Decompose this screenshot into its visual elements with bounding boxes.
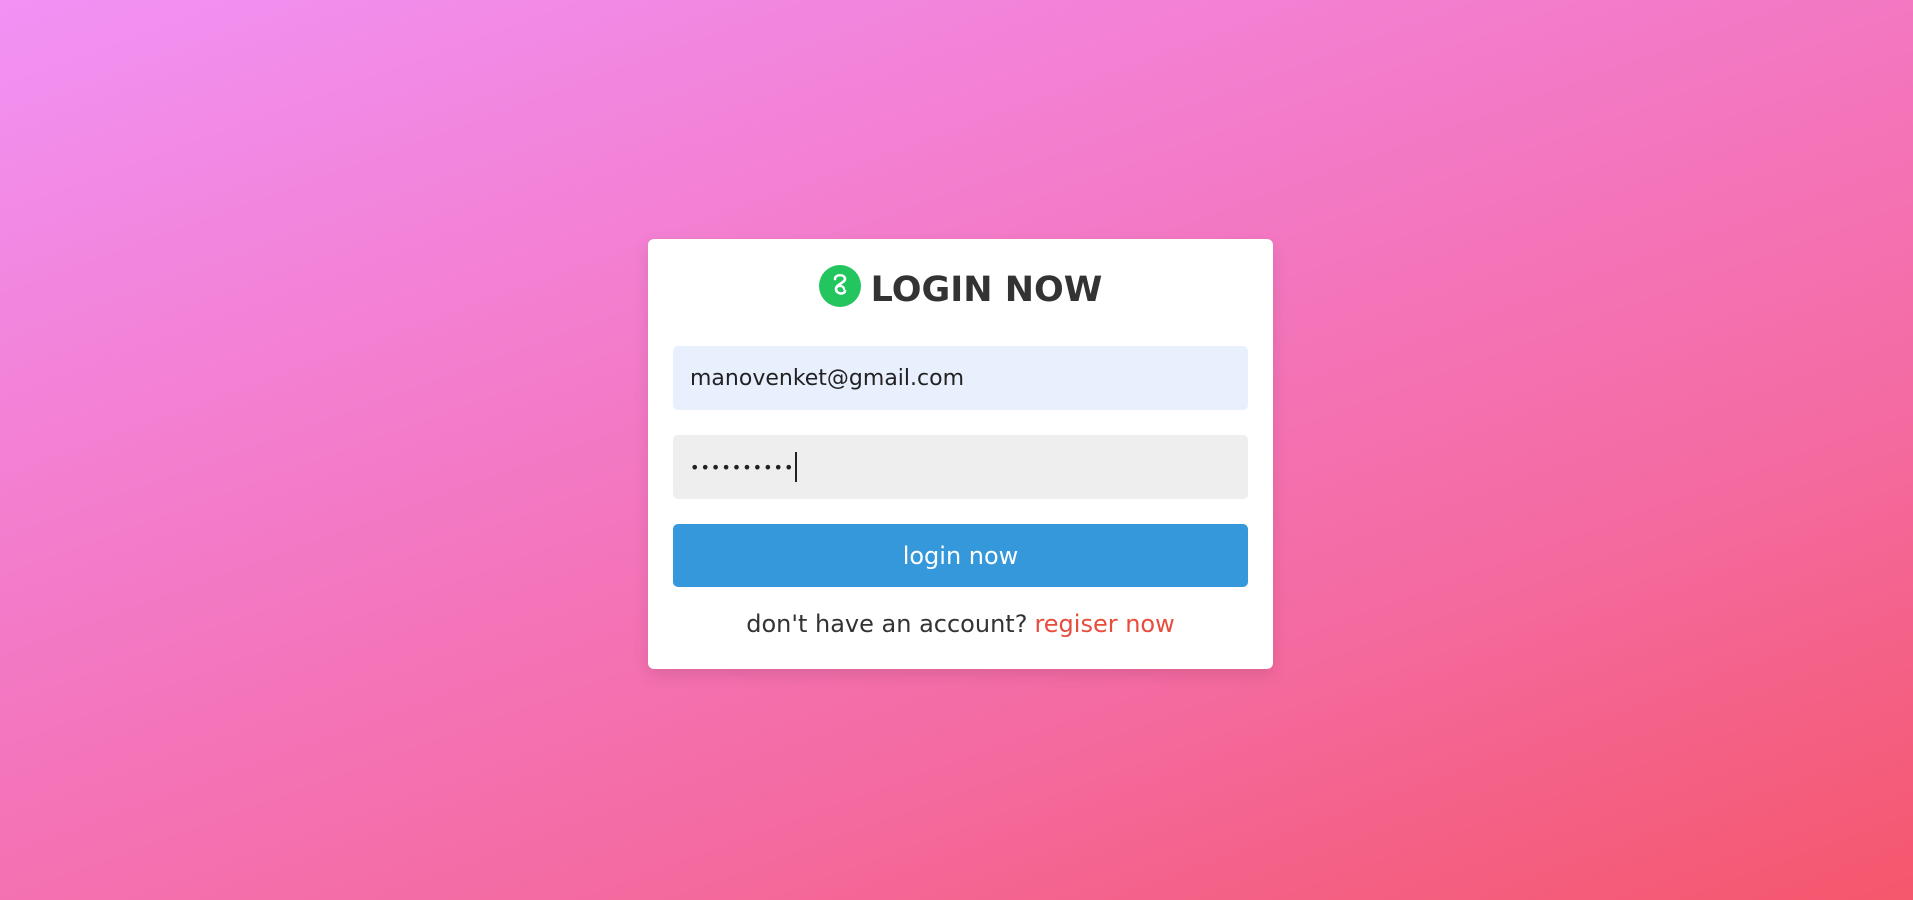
login-button[interactable]: login now [673, 524, 1248, 587]
login-header: LOGIN NOW [648, 265, 1273, 315]
logo-icon [818, 265, 861, 307]
password-field[interactable]: •••••••••• [673, 435, 1248, 499]
login-page: { "colors": { "background_start": "#f292… [0, 0, 1913, 900]
password-value: •••••••••• [690, 457, 795, 477]
email-field[interactable]: manovenket@gmail.com [673, 346, 1248, 410]
login-card: LOGIN NOW manovenket@gmail.com •••••••••… [648, 239, 1273, 669]
email-value: manovenket@gmail.com [690, 365, 965, 391]
page-title: LOGIN NOW [870, 270, 1103, 310]
register-prompt: don't have an account? regiser now [648, 604, 1273, 644]
register-prompt-text: don't have an account? [746, 610, 1028, 638]
text-caret [795, 452, 797, 482]
register-link[interactable]: regiser now [1034, 610, 1174, 638]
